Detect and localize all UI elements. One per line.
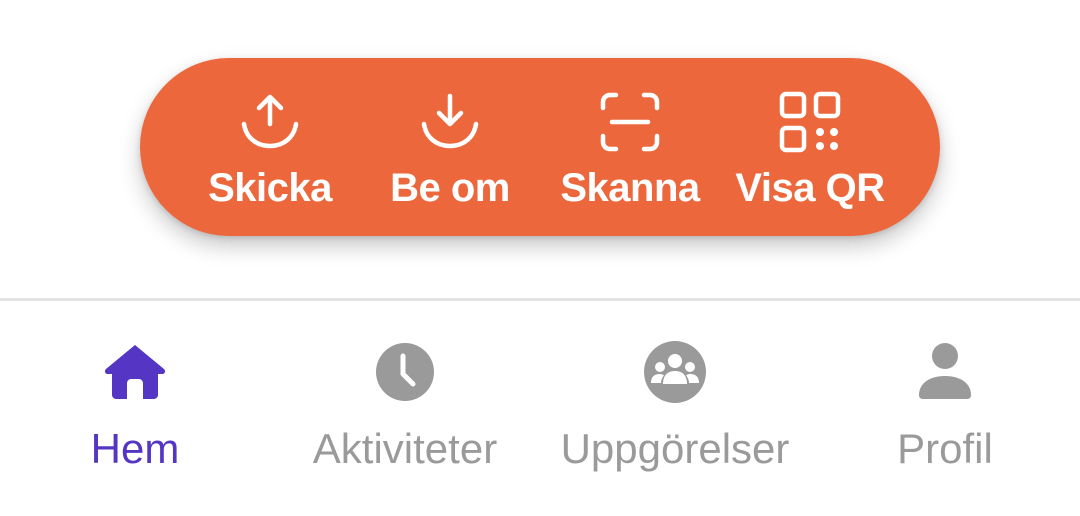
nav-item-home[interactable]: Hem (0, 301, 270, 516)
screen: Skicka Be om Skanna Visa QR Hem Aktivite… (0, 0, 1080, 516)
scan-button[interactable]: Skanna (540, 58, 720, 236)
send-label: Skicka (208, 166, 332, 210)
scan-label: Skanna (560, 166, 700, 210)
nav-label-activities: Aktiviteter (312, 425, 498, 472)
show-qr-button[interactable]: Visa QR (720, 58, 900, 236)
qr-code-icon (779, 91, 841, 153)
request-button[interactable]: Be om (360, 58, 540, 236)
nav-label-profile: Profil (897, 425, 993, 472)
nav-item-settlements[interactable]: Uppgörelser (540, 301, 810, 516)
show-qr-label: Visa QR (735, 166, 885, 210)
upload-icon (241, 94, 299, 149)
nav-label-settlements: Uppgörelser (560, 425, 790, 472)
action-bar: Skicka Be om Skanna Visa QR (140, 58, 940, 236)
nav-item-profile[interactable]: Profil (810, 301, 1080, 516)
request-label: Be om (390, 166, 510, 210)
download-icon (421, 93, 479, 149)
person-icon (919, 343, 971, 399)
nav-item-activities[interactable]: Aktiviteter (270, 301, 540, 516)
scan-icon (600, 92, 660, 152)
group-icon (644, 341, 706, 403)
clock-icon (376, 343, 434, 401)
home-icon (104, 345, 166, 399)
bottom-navigation: Hem Aktiviteter Uppgörelser Profil (0, 301, 1080, 516)
nav-label-home: Hem (90, 425, 180, 472)
send-button[interactable]: Skicka (180, 58, 360, 236)
